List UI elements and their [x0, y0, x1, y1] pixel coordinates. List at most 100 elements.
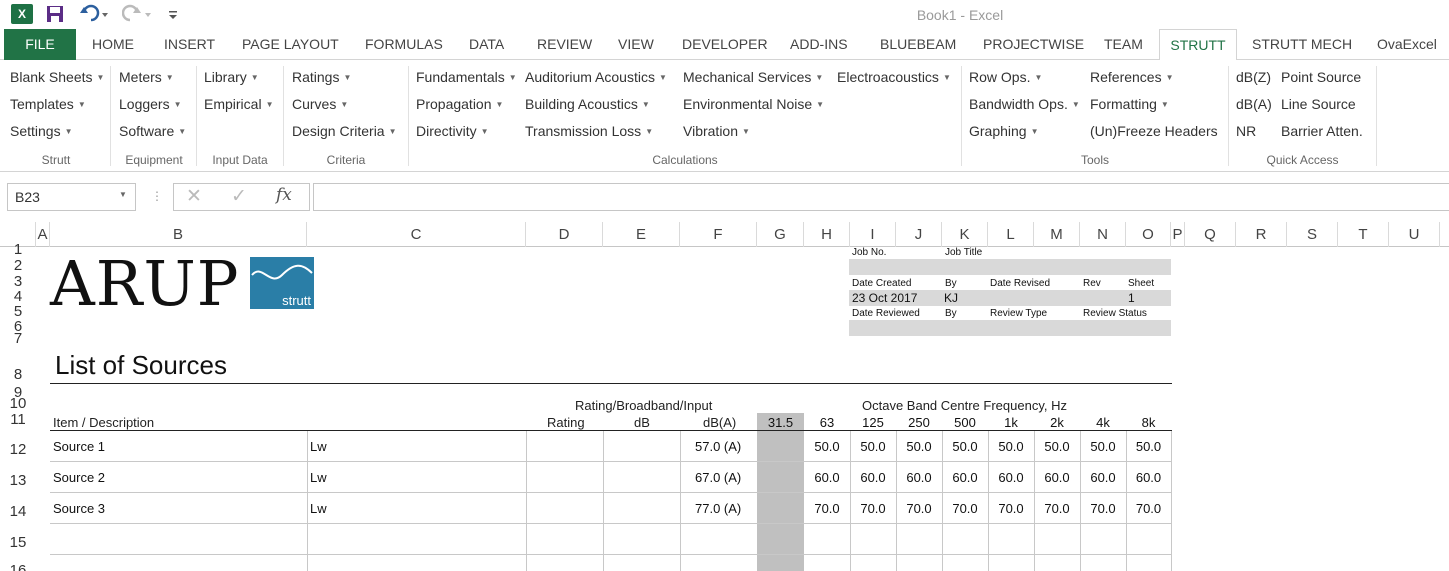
- bandwidth-ops-menu[interactable]: Bandwidth Ops. ▼: [969, 94, 1080, 114]
- band-value[interactable]: 70.0: [1080, 501, 1126, 516]
- environmental-noise-menu[interactable]: Environmental Noise ▼: [683, 94, 824, 114]
- library-menu[interactable]: Library ▼: [204, 67, 259, 87]
- row-header-2[interactable]: 2: [0, 258, 36, 273]
- chevron-down-icon[interactable]: ▼: [119, 190, 127, 199]
- column-header-j[interactable]: J: [896, 222, 942, 247]
- unfreeze-headers-button[interactable]: (Un)Freeze Headers: [1090, 121, 1218, 141]
- column-header-p[interactable]: P: [1171, 222, 1185, 247]
- band-value[interactable]: 50.0: [988, 439, 1034, 454]
- electroacoustics-menu[interactable]: Electroacoustics ▼: [837, 67, 951, 87]
- column-header-f[interactable]: F: [680, 222, 757, 247]
- point-source-button[interactable]: Point Source: [1281, 67, 1361, 87]
- curves-menu[interactable]: Curves ▼: [292, 94, 348, 114]
- column-header-e[interactable]: E: [603, 222, 680, 247]
- band-value[interactable]: 70.0: [850, 501, 896, 516]
- by-value[interactable]: KJ: [944, 291, 958, 305]
- row-ops-menu[interactable]: Row Ops. ▼: [969, 67, 1042, 87]
- band-value[interactable]: 70.0: [988, 501, 1034, 516]
- tab-bluebeam[interactable]: BLUEBEAM: [880, 29, 956, 60]
- nr-button[interactable]: NR: [1236, 121, 1256, 141]
- transmission-loss-menu[interactable]: Transmission Loss ▼: [525, 121, 653, 141]
- templates-menu[interactable]: Templates ▼: [10, 94, 86, 114]
- band-value[interactable]: 60.0: [1126, 470, 1171, 485]
- column-header-m[interactable]: M: [1034, 222, 1080, 247]
- band-value[interactable]: 60.0: [896, 470, 942, 485]
- tab-page-layout[interactable]: PAGE LAYOUT: [242, 29, 339, 60]
- column-header-h[interactable]: H: [804, 222, 850, 247]
- loggers-menu[interactable]: Loggers ▼: [119, 94, 182, 114]
- column-header-a[interactable]: A: [36, 222, 50, 247]
- band-value[interactable]: 60.0: [988, 470, 1034, 485]
- row-header-12[interactable]: 12: [0, 440, 36, 460]
- line-source-button[interactable]: Line Source: [1281, 94, 1356, 114]
- tab-ovaexcel[interactable]: OvaExcel: [1377, 29, 1437, 60]
- column-header-k[interactable]: K: [942, 222, 988, 247]
- row-header-8[interactable]: 8: [0, 366, 36, 384]
- source-name[interactable]: Source 2: [53, 470, 105, 485]
- row-header-4[interactable]: 4: [0, 289, 36, 304]
- band-value[interactable]: 70.0: [804, 501, 850, 516]
- settings-menu[interactable]: Settings ▼: [10, 121, 73, 141]
- band-value[interactable]: 60.0: [804, 470, 850, 485]
- source-type[interactable]: Lw: [310, 439, 327, 454]
- dbz-button[interactable]: dB(Z): [1236, 67, 1271, 87]
- band-value[interactable]: 60.0: [942, 470, 988, 485]
- column-header-d[interactable]: D: [526, 222, 603, 247]
- source-dba[interactable]: 57.0 (A): [695, 439, 741, 454]
- source-type[interactable]: Lw: [310, 501, 327, 516]
- tab-projectwise[interactable]: PROJECTWISE: [983, 29, 1084, 60]
- band-value[interactable]: 60.0: [1080, 470, 1126, 485]
- band-value[interactable]: 50.0: [1080, 439, 1126, 454]
- design-criteria-menu[interactable]: Design Criteria ▼: [292, 121, 397, 141]
- tab-developer[interactable]: DEVELOPER: [682, 29, 768, 60]
- column-header-g[interactable]: G: [757, 222, 804, 247]
- tab-review[interactable]: REVIEW: [537, 29, 592, 60]
- row-header-11[interactable]: 11: [0, 412, 36, 428]
- source-name[interactable]: Source 3: [53, 501, 105, 516]
- sheet-value[interactable]: 1: [1128, 291, 1135, 305]
- column-header-i[interactable]: I: [850, 222, 896, 247]
- column-header-o[interactable]: O: [1126, 222, 1171, 247]
- formula-input[interactable]: [313, 183, 1449, 211]
- fundamentals-menu[interactable]: Fundamentals ▼: [416, 67, 517, 87]
- graphing-menu[interactable]: Graphing ▼: [969, 121, 1039, 141]
- row-header-5[interactable]: 5: [0, 304, 36, 319]
- redo-icon[interactable]: [121, 4, 152, 24]
- meters-menu[interactable]: Meters ▼: [119, 67, 174, 87]
- propagation-menu[interactable]: Propagation ▼: [416, 94, 503, 114]
- band-value[interactable]: 70.0: [1034, 501, 1080, 516]
- blank-sheets-menu[interactable]: Blank Sheets ▼: [10, 67, 104, 87]
- row-header-13[interactable]: 13: [0, 471, 36, 491]
- band-value[interactable]: 50.0: [1034, 439, 1080, 454]
- tab-add-ins[interactable]: ADD-INS: [790, 29, 848, 60]
- tab-data[interactable]: DATA: [469, 29, 504, 60]
- more-icon[interactable]: ⋮: [151, 189, 163, 203]
- column-header-b[interactable]: B: [50, 222, 307, 247]
- tab-insert[interactable]: INSERT: [164, 29, 215, 60]
- row-header-3[interactable]: 3: [0, 274, 36, 289]
- tab-home[interactable]: HOME: [92, 29, 134, 60]
- band-value[interactable]: 60.0: [1034, 470, 1080, 485]
- tab-file[interactable]: FILE: [4, 29, 76, 60]
- enter-icon[interactable]: ✓: [231, 185, 247, 208]
- building-acoustics-menu[interactable]: Building Acoustics ▼: [525, 94, 650, 114]
- row-header-14[interactable]: 14: [0, 502, 36, 522]
- formatting-menu[interactable]: Formatting ▼: [1090, 94, 1169, 114]
- column-header-s[interactable]: S: [1287, 222, 1338, 247]
- directivity-menu[interactable]: Directivity ▼: [416, 121, 489, 141]
- vibration-menu[interactable]: Vibration ▼: [683, 121, 750, 141]
- source-dba[interactable]: 67.0 (A): [695, 470, 741, 485]
- save-icon[interactable]: [46, 5, 64, 23]
- undo-icon[interactable]: [79, 4, 109, 24]
- insert-function-icon[interactable]: fx: [276, 185, 292, 205]
- job-title-field[interactable]: [849, 259, 1171, 275]
- row-header-15[interactable]: 15: [0, 533, 36, 553]
- tab-view[interactable]: VIEW: [618, 29, 654, 60]
- row-header-7[interactable]: 7: [0, 331, 36, 346]
- column-header-u[interactable]: U: [1389, 222, 1440, 247]
- barrier-atten-button[interactable]: Barrier Atten.: [1281, 121, 1363, 141]
- band-value[interactable]: 70.0: [896, 501, 942, 516]
- band-value[interactable]: 50.0: [896, 439, 942, 454]
- band-value[interactable]: 50.0: [942, 439, 988, 454]
- band-value[interactable]: 50.0: [850, 439, 896, 454]
